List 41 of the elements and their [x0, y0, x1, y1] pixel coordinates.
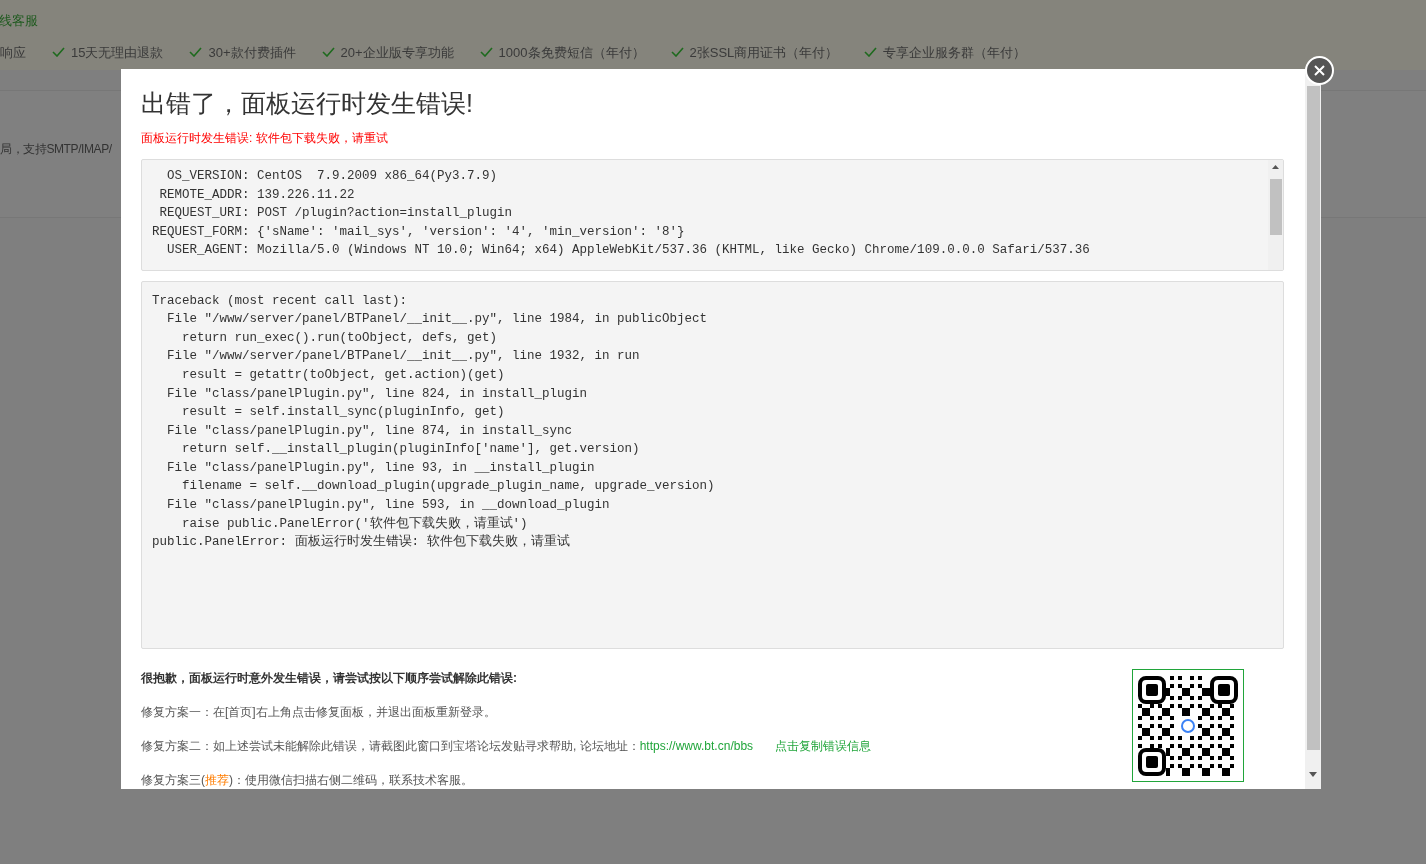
feature-text: 30+款付费插件 — [208, 43, 296, 62]
traceback-line: File "class/panelPlugin.py", line 824, in install_plugin — [166, 385, 589, 403]
traceback-line: result = self.install_sync(pluginInfo, get) — [181, 404, 506, 422]
traceback-line: result = getattr(toObject, get.action)(get) — [181, 366, 506, 384]
feature-text: 20+企业版专享功能 — [340, 43, 454, 62]
fix-one-text: 修复方案一：在[首页]右上角点击修复面板，并退出面板重新登录。 — [141, 704, 497, 721]
online-service-link[interactable]: 线客服 — [0, 11, 1426, 31]
info-line: REMOTE_ADDR: 139.226.11.22 — [158, 186, 356, 204]
feature-text: 2张SSL商用证书（年付） — [689, 43, 839, 62]
scrollbar[interactable] — [1268, 160, 1283, 270]
feature-text: 1000条免费短信（年付） — [498, 43, 645, 62]
help-heading: 很抱歉，面板运行时意外发生错误，请尝试按以下顺序尝试解除此错误: — [141, 670, 518, 687]
traceback-line: File "/www/server/panel/BTPanel/__init__.py", line 1932, in run — [166, 348, 641, 366]
traceback-line: File "class/panelPlugin.py", line 93, in __install_plugin — [166, 459, 596, 477]
mail-description: 局，支持SMTP/IMAP/ — [0, 142, 112, 156]
feature-text: 15天无理由退款 — [71, 43, 164, 62]
fix-two-text: 修复方案二：如上述尝试未能解除此错误，请截图此窗口到宝塔论坛发贴寻求帮助, 论坛地址： — [141, 738, 640, 755]
traceback-line: raise public.PanelError('软件包下载失败，请重试') — [181, 515, 529, 533]
close-icon — [1314, 65, 1325, 76]
traceback-line: return self.__install_plugin(pluginInfo['name'], get.version) — [181, 441, 641, 459]
traceback-line: return run_exec().run(toObject, defs, get) — [181, 329, 499, 347]
traceback-line: File "/www/server/panel/BTPanel/__init__.py", line 1984, in publicObject — [166, 311, 709, 329]
traceback-line: File "class/panelPlugin.py", line 874, in install_sync — [166, 422, 574, 440]
scroll-down-icon[interactable] — [1309, 772, 1317, 777]
copy-error-link[interactable]: 点击复制错误信息 — [775, 737, 872, 755]
scroll-up-icon[interactable] — [1272, 165, 1279, 169]
qr-code-icon — [1138, 675, 1238, 776]
forum-link[interactable]: https://www.bt.cn/bbs — [639, 737, 754, 755]
feature-text: 响应 — [0, 43, 26, 62]
info-line: REQUEST_FORM: {'sName': 'mail_sys', 'version': '4', 'min_version': '8'} — [152, 223, 686, 241]
info-line: REQUEST_URI: POST /plugin?action=install_plugin — [158, 205, 514, 223]
info-line: OS_VERSION: CentOS 7.9.2009 x86_64(Py3.7.9) — [166, 168, 499, 185]
traceback-line: filename = self.__download_plugin(upgrade_plugin_name, upgrade_version) — [181, 478, 716, 496]
feature-text: 专享企业服务群（年付） — [883, 43, 1027, 62]
info-line: USER_AGENT: Mozilla/5.0 (Windows NT 10.0; Win64; x64) AppleWebKit/537.36 (KHTML, like Gecko) Chrome/109.0.0.0 Safari/537.36 — [166, 242, 1091, 260]
traceback-line: public.PanelError: 面板运行时发生错误: 软件包下载失败，请重试 — [152, 533, 571, 552]
error-subtitle: 面板运行时发生错误: 软件包下载失败，请重试 — [141, 130, 389, 147]
fix-three-text: 修复方案三(推荐)：使用微信扫描右侧二维码，联系技术客服。 — [141, 772, 474, 789]
traceback-line: Traceback (most recent call last): — [152, 292, 409, 310]
dialog-title: 出错了，面板运行时发生错误! — [141, 88, 474, 119]
traceback-line: File "class/panelPlugin.py", line 593, in __download_plugin — [166, 497, 611, 515]
